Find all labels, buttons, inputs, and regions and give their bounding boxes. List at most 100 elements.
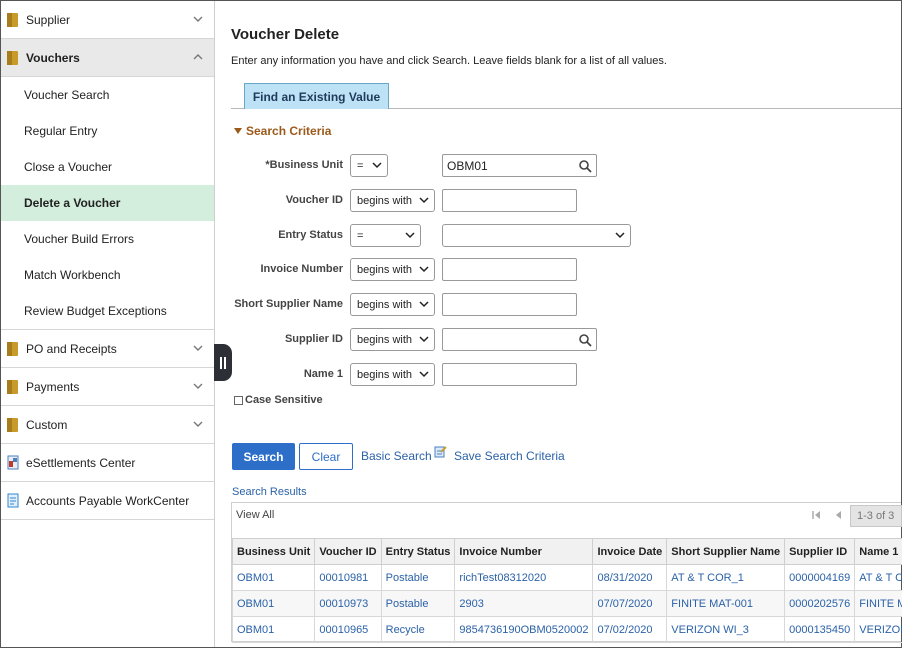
nav-group-po-receipts[interactable]: PO and Receipts [1,330,214,368]
business-unit-operator-select[interactable]: = [350,154,388,177]
table-cell[interactable]: FINITE MAT [854,590,902,617]
clear-button[interactable]: Clear [299,443,353,470]
table-cell[interactable]: 08/31/2020 [592,564,668,591]
operator-value: = [357,229,364,242]
search-criteria-title: Search Criteria [246,124,332,138]
table-cell[interactable]: VERIZON WI_3 [666,616,786,643]
save-criteria-icon[interactable] [434,445,447,458]
nav-group-label: Vouchers [26,50,80,65]
table-cell[interactable]: OBM01 [231,616,316,643]
view-all-link[interactable]: View All [236,509,274,521]
nav-group-label: Custom [26,417,68,432]
column-header[interactable]: Invoice Number [454,538,594,565]
operator-value: begins with [357,194,413,207]
checkbox-box[interactable] [234,395,243,405]
folder-icon [7,50,18,65]
chevron-down-icon [193,383,203,389]
column-header[interactable]: Name 1 [854,538,902,565]
name-1-input[interactable] [442,363,577,386]
nav-group-vouchers[interactable]: Vouchers [1,39,214,77]
column-header[interactable]: Voucher ID [314,538,382,565]
invoice-number-input[interactable] [442,258,577,281]
search-results-grid: View All 1-3 of 3 Business Unit Voucher … [231,502,902,643]
sidebar-item-regular-entry[interactable]: Regular Entry [1,113,214,149]
column-header[interactable]: Supplier ID [784,538,856,565]
supplier-id-operator-select[interactable]: begins with [350,328,435,351]
criteria-row-voucher-id: Voucher ID begins with [216,189,856,213]
table-cell[interactable]: VERIZON WI [854,616,902,643]
tab-find-existing-value[interactable]: Find an Existing Value [244,83,389,109]
table-cell[interactable]: 2903 [454,590,594,617]
dropdown-arrow-icon [419,301,429,308]
table-cell[interactable]: OBM01 [231,564,316,591]
voucher-id-operator-select[interactable]: begins with [350,189,435,212]
nav-group-payments[interactable]: Payments [1,368,214,406]
folder-icon [7,379,18,394]
table-cell[interactable]: OBM01 [231,590,316,617]
table-row[interactable]: OBM01 00010981 Postable richTest08312020… [231,564,902,591]
nav-item-ap-workcenter[interactable]: Accounts Payable WorkCenter [1,482,214,520]
invoice-number-operator-select[interactable]: begins with [350,258,435,281]
criteria-row-short-supplier-name: Short Supplier Name begins with [216,293,856,317]
supplier-id-input[interactable] [442,328,597,351]
column-header[interactable]: Business Unit [231,538,316,565]
column-header[interactable]: Invoice Date [592,538,668,565]
table-cell[interactable]: 9854736190OBM0520002 [454,616,594,643]
search-icon[interactable] [578,333,592,347]
voucher-id-input[interactable] [442,189,577,212]
short-supplier-name-operator-select[interactable]: begins with [350,293,435,316]
sidebar-item-voucher-build-errors[interactable]: Voucher Build Errors [1,221,214,257]
column-header[interactable]: Entry Status [380,538,456,565]
name-1-operator-select[interactable]: begins with [350,363,435,386]
chevron-down-icon [193,421,203,427]
operator-value: begins with [357,368,413,381]
first-page-icon[interactable] [811,510,821,520]
chevron-down-icon [193,16,203,22]
table-cell[interactable]: Recycle [380,616,456,643]
chevron-down-icon [193,345,203,351]
sidebar-item-voucher-search[interactable]: Voucher Search [1,77,214,113]
criteria-row-invoice-number: Invoice Number begins with [216,258,856,282]
table-cell[interactable]: Postable [380,590,456,617]
sidebar-item-close-voucher[interactable]: Close a Voucher [1,149,214,185]
sidebar-item-delete-voucher[interactable]: Delete a Voucher [1,185,214,221]
table-cell[interactable]: 07/02/2020 [592,616,668,643]
short-supplier-name-input[interactable] [442,293,577,316]
folder-icon [7,341,18,356]
table-cell[interactable]: 07/07/2020 [592,590,668,617]
dropdown-arrow-icon [419,266,429,273]
field-label: Voucher ID [285,194,343,206]
table-cell[interactable]: 00010981 [314,564,382,591]
table-cell[interactable]: 00010973 [314,590,382,617]
table-cell[interactable]: richTest08312020 [454,564,594,591]
search-criteria-toggle[interactable]: Search Criteria [234,124,331,138]
save-search-criteria-link[interactable]: Save Search Criteria [454,449,565,463]
table-row[interactable]: OBM01 00010965 Recycle 9854736190OBM0520… [231,616,902,643]
table-cell[interactable]: 0000135450 [784,616,856,643]
business-unit-input[interactable]: OBM01 [442,154,597,177]
search-button[interactable]: Search [232,443,295,470]
sidebar-item-review-budget-exceptions[interactable]: Review Budget Exceptions [1,293,214,329]
table-cell[interactable]: AT & T COR_1 [666,564,786,591]
nav-group-custom[interactable]: Custom [1,406,214,444]
table-row[interactable]: OBM01 00010973 Postable 2903 07/07/2020 … [231,590,902,617]
search-icon[interactable] [578,159,592,173]
sidebar-item-match-workbench[interactable]: Match Workbench [1,257,214,293]
case-sensitive-checkbox[interactable]: Case Sensitive [234,394,323,406]
table-cell[interactable]: 00010965 [314,616,382,643]
table-cell[interactable]: FINITE MAT-001 [666,590,786,617]
table-cell[interactable]: 0000004169 [784,564,856,591]
collapse-triangle-icon [234,128,242,134]
table-cell[interactable]: AT & T COR [854,564,902,591]
entry-status-operator-select[interactable]: = [350,224,421,247]
operator-value: begins with [357,263,413,276]
operator-value: begins with [357,298,413,311]
column-header[interactable]: Short Supplier Name [666,538,786,565]
previous-page-icon[interactable] [833,510,843,520]
table-cell[interactable]: Postable [380,564,456,591]
basic-search-link[interactable]: Basic Search [361,449,432,463]
entry-status-select[interactable] [442,224,631,247]
nav-item-esettlements-center[interactable]: eSettlements Center [1,444,214,482]
table-cell[interactable]: 0000202576 [784,590,856,617]
nav-group-supplier[interactable]: Supplier [1,1,214,39]
